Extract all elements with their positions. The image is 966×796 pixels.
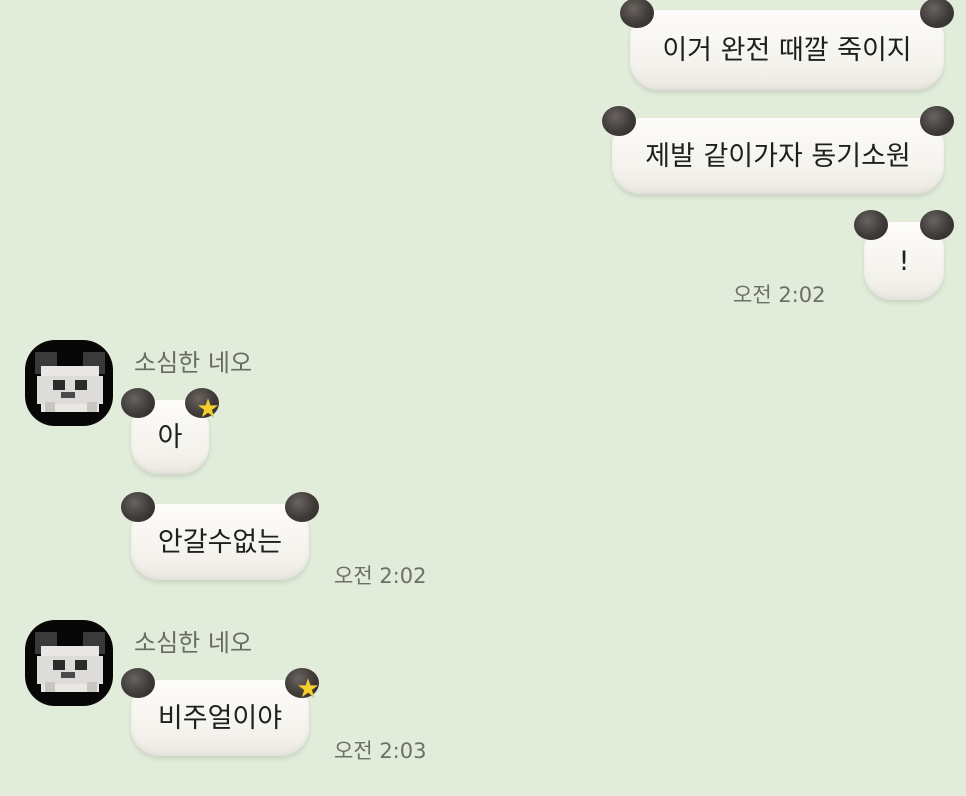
panda-ear-icon xyxy=(920,106,954,136)
message-text: ! xyxy=(898,245,910,277)
message-text: 이거 완전 때깔 죽이지 xyxy=(662,34,912,66)
panda-ear-icon xyxy=(854,210,888,240)
pixel-panda-avatar-icon xyxy=(25,620,113,706)
incoming-message-bubble[interactable]: ★ 아 xyxy=(121,388,220,474)
incoming-message-bubble[interactable]: ★ 비주얼이야 xyxy=(121,668,320,756)
outgoing-message-bubble[interactable]: 제발 같이가자 동기소원 xyxy=(602,106,954,194)
panda-ear-icon xyxy=(620,0,654,28)
sender-name: 소심한 네오 xyxy=(134,629,253,657)
outgoing-message-bubble[interactable]: ! xyxy=(854,210,954,300)
sender-avatar[interactable] xyxy=(25,340,113,426)
star-icon: ★ xyxy=(296,674,320,704)
panda-ear-icon xyxy=(121,492,155,522)
message-timestamp: 오전 2:02 xyxy=(733,283,826,307)
panda-ear-icon xyxy=(602,106,636,136)
outgoing-message-bubble[interactable]: 이거 완전 때깔 죽이지 xyxy=(620,0,954,90)
chat-message-list[interactable]: 이거 완전 때깔 죽이지 제발 같이가자 동기소원 ! 오전 2:02 소심한 … xyxy=(0,0,966,796)
panda-ear-icon xyxy=(121,388,155,418)
star-icon: ★ xyxy=(196,394,220,424)
panda-ear-icon xyxy=(121,668,155,698)
incoming-message-bubble[interactable]: 안갈수없는 xyxy=(121,492,319,580)
message-timestamp: 오전 2:02 xyxy=(334,564,427,588)
message-timestamp: 오전 2:03 xyxy=(334,739,427,763)
message-text: 제발 같이가자 동기소원 xyxy=(645,140,911,172)
panda-ear-icon xyxy=(920,210,954,240)
message-text: 비주얼이야 xyxy=(157,702,283,734)
sender-name: 소심한 네오 xyxy=(134,349,253,377)
sender-avatar[interactable] xyxy=(25,620,113,706)
pixel-panda-avatar-icon xyxy=(25,340,113,426)
message-text: 안갈수없는 xyxy=(157,526,283,558)
panda-ear-icon xyxy=(920,0,954,28)
panda-ear-icon xyxy=(285,492,319,522)
message-text: 아 xyxy=(157,421,183,453)
